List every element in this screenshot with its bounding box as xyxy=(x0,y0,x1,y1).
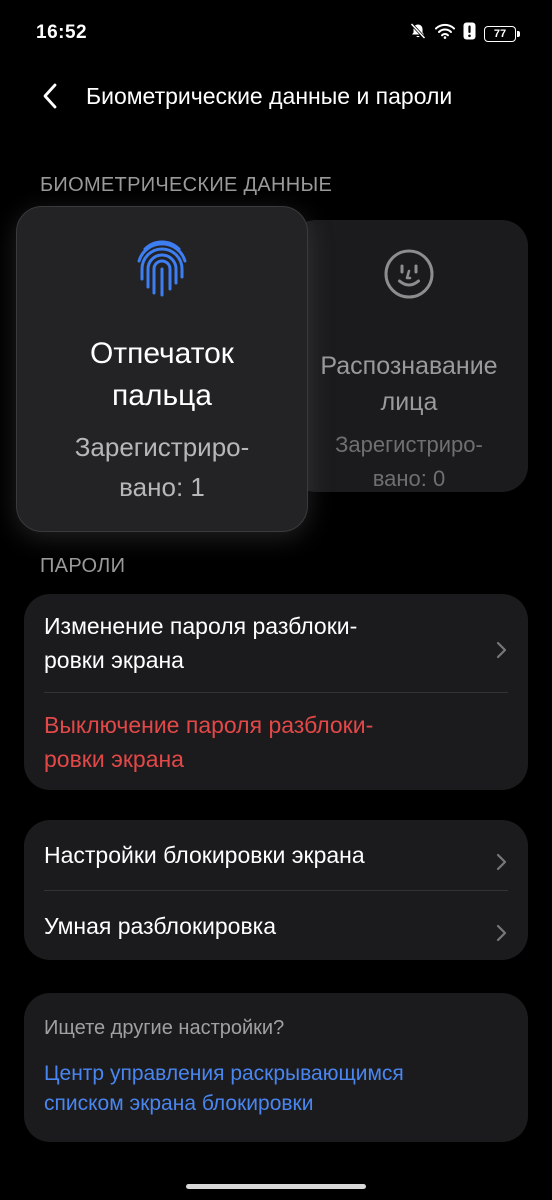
status-icons: 77 xyxy=(409,22,520,45)
section-label-passwords: ПАРОЛИ xyxy=(40,555,126,577)
chevron-right-icon xyxy=(496,917,508,941)
fingerprint-title-line2: пальца xyxy=(112,379,212,412)
battery-level: 77 xyxy=(493,27,507,40)
face-icon xyxy=(383,248,435,300)
fingerprint-status-line1: Зарегистриро- xyxy=(74,432,250,462)
smart-unlock-label: Умная разблокировка xyxy=(44,912,277,939)
status-bar: 16:52 77 xyxy=(0,0,552,68)
change-lock-password-line1: Изменение пароля разблоки- xyxy=(44,613,358,639)
fingerprint-icon xyxy=(133,237,191,297)
chevron-right-icon xyxy=(496,634,508,659)
fingerprint-card[interactable]: Отпечаток пальца Зарегистриро- вано: 1 xyxy=(16,206,308,532)
smart-unlock-item[interactable]: Умная разблокировка xyxy=(24,891,528,960)
status-time: 16:52 xyxy=(36,22,88,43)
face-title-line2: лица xyxy=(380,388,438,416)
link-line2: списком экрана блокировки xyxy=(44,1092,314,1115)
chevron-left-icon xyxy=(42,83,58,114)
app-header: Биометрические данные и пароли xyxy=(0,68,552,128)
wifi-icon xyxy=(435,23,455,44)
disable-lock-password-line1: Выключение пароля разблоки- xyxy=(44,711,374,738)
suggestions-hint: Ищете другие настройки? xyxy=(44,1017,285,1039)
face-status-line1: Зарегистриро- xyxy=(335,432,483,457)
fingerprint-status-line2: вано: 1 xyxy=(119,472,205,502)
alert-icon xyxy=(463,22,476,45)
chevron-right-icon xyxy=(496,846,508,871)
back-button[interactable] xyxy=(30,80,70,116)
passwords-card: Изменение пароля разблоки- ровки экрана … xyxy=(24,594,528,790)
home-indicator[interactable] xyxy=(186,1184,366,1189)
link-line1: Центр управления раскрывающимся xyxy=(44,1062,404,1085)
change-lock-password-line2: ровки экрана xyxy=(44,647,184,673)
disable-lock-password-item[interactable]: Выключение пароля разблоки- ровки экрана xyxy=(24,693,528,790)
lock-settings-card: Настройки блокировки экрана Умная разбло… xyxy=(24,820,528,960)
page-title: Биометрические данные и пароли xyxy=(86,83,453,109)
bell-off-icon xyxy=(409,22,427,45)
face-recognition-card[interactable]: Распознавание лица Зарегистриро- вано: 0 xyxy=(290,220,528,492)
suggestions-card: Ищете другие настройки? Центр управления… xyxy=(24,993,528,1142)
fingerprint-title-line1: Отпечаток xyxy=(90,337,234,370)
lock-screen-settings-item[interactable]: Настройки блокировки экрана xyxy=(24,820,528,890)
face-title-line1: Распознавание xyxy=(320,352,498,380)
battery-icon: 77 xyxy=(484,25,520,42)
face-status-line2: вано: 0 xyxy=(372,466,446,491)
section-label-biometrics: БИОМЕТРИЧЕСКИЕ ДАННЫЕ xyxy=(40,174,333,196)
disable-lock-password-line2: ровки экрана xyxy=(44,745,184,772)
change-lock-password-item[interactable]: Изменение пароля разблоки- ровки экрана xyxy=(24,594,528,692)
lock-screen-settings-label: Настройки блокировки экрана xyxy=(44,842,365,868)
lock-screen-dropdown-link[interactable]: Центр управления раскрывающимся списком … xyxy=(44,1059,504,1119)
